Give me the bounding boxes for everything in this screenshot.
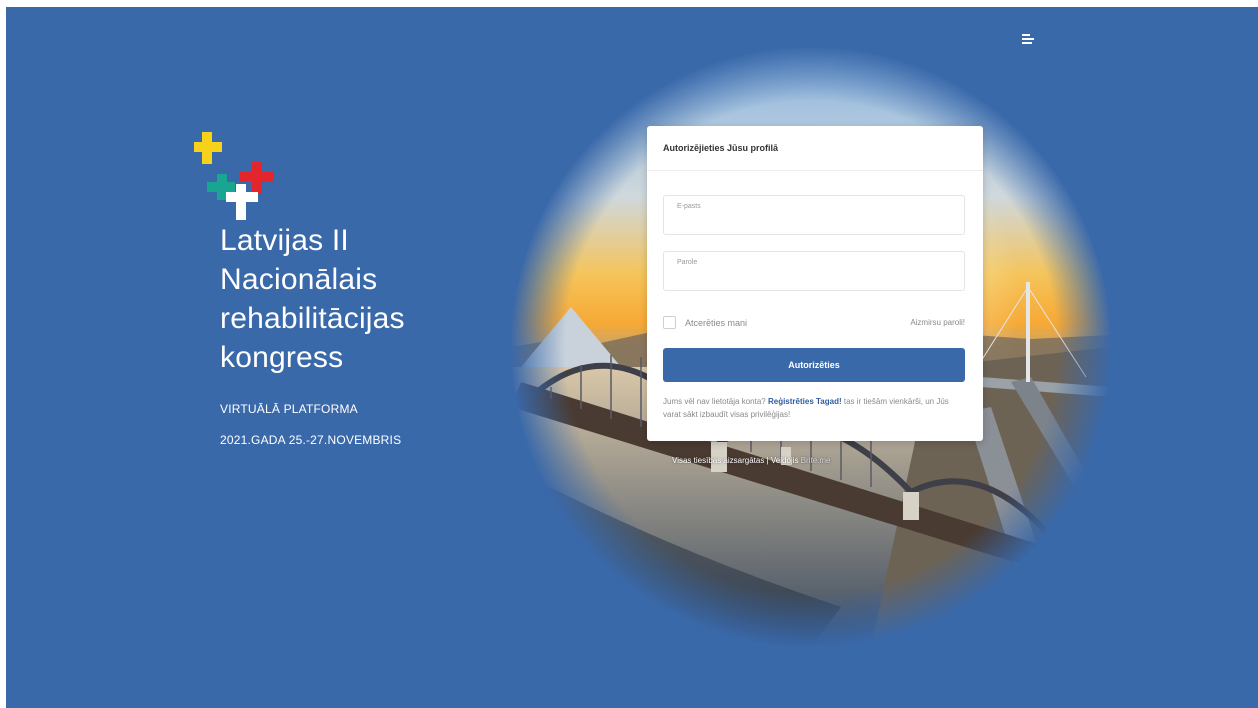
email-field[interactable]: E-pasts bbox=[663, 195, 965, 235]
congress-logo bbox=[194, 132, 274, 220]
register-prefix: Jums vēl nav lietotāja konta? bbox=[663, 397, 766, 406]
login-card: Autorizējieties Jūsu profilā E-pasts Par… bbox=[647, 126, 983, 441]
login-heading: Autorizējieties Jūsu profilā bbox=[647, 126, 983, 171]
footer-credit-link[interactable]: Brite.me bbox=[801, 456, 831, 465]
page-background: Latvijas II Nacionālais rehabilitācijas … bbox=[6, 7, 1258, 708]
login-button[interactable]: Autorizēties bbox=[663, 348, 965, 382]
platform-label: VIRTUĀLĀ PLATFORMA bbox=[220, 402, 358, 416]
remember-me[interactable]: Atcerēties mani bbox=[663, 316, 747, 329]
email-label: E-pasts bbox=[677, 203, 701, 210]
register-prompt: Jums vēl nav lietotāja konta? Reģistrēti… bbox=[663, 395, 968, 421]
register-link[interactable]: Reģistrēties Tagad! bbox=[768, 397, 842, 406]
footer-rights: Visas tiesības aizsargātas | Veidojis bbox=[672, 456, 799, 465]
password-field[interactable]: Parole bbox=[663, 251, 965, 291]
menu-icon[interactable] bbox=[1022, 34, 1036, 46]
password-input[interactable] bbox=[676, 270, 950, 288]
remember-checkbox[interactable] bbox=[663, 316, 676, 329]
forgot-password-link[interactable]: Aizmirsu paroli! bbox=[910, 318, 965, 327]
footer-credits: Visas tiesības aizsargātas | Veidojis Br… bbox=[672, 456, 830, 465]
event-dates: 2021.GADA 25.-27.NOVEMBRIS bbox=[220, 433, 402, 447]
password-label: Parole bbox=[677, 259, 698, 266]
remember-label: Atcerēties mani bbox=[685, 317, 748, 328]
email-input[interactable] bbox=[676, 214, 950, 232]
page-title: Latvijas II Nacionālais rehabilitācijas … bbox=[220, 224, 405, 374]
